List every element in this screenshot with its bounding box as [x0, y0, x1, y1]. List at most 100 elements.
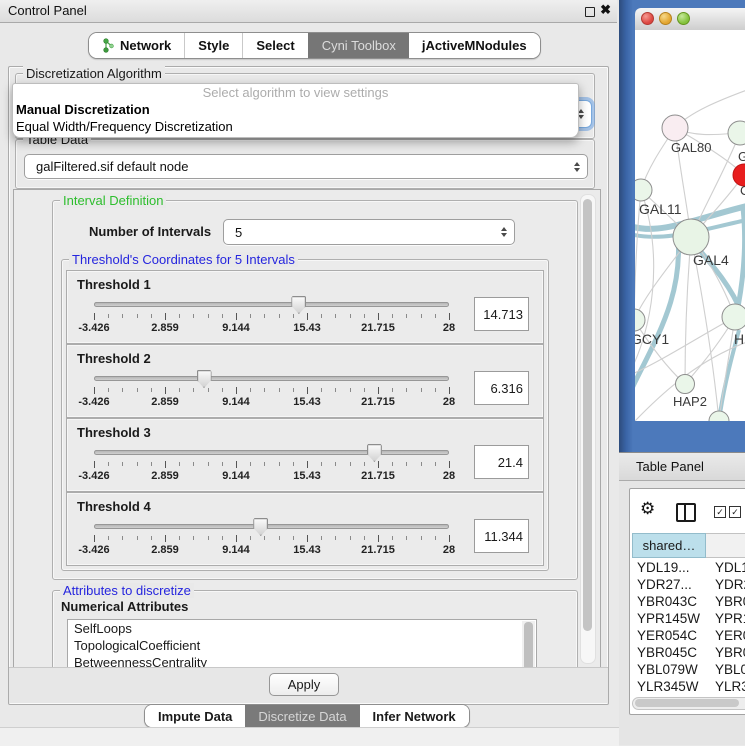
tab-label: Infer Network — [373, 709, 456, 724]
node-label-gal80: GAL80 — [671, 140, 711, 155]
network-node-gcy1[interactable] — [635, 309, 645, 331]
network-node-bottom[interactable] — [709, 411, 729, 421]
threshold-label: Threshold 2 — [77, 351, 151, 366]
slider-track[interactable] — [94, 302, 449, 307]
tab-label: Style — [198, 38, 229, 53]
network-node-gal80[interactable] — [662, 115, 688, 141]
scrollbar-thumb[interactable] — [524, 622, 533, 669]
network-node-gal4[interactable] — [673, 219, 709, 255]
threshold-value-field[interactable]: 11.344 — [474, 519, 529, 553]
select-columns-checkbox-icon[interactable]: ✓ — [714, 506, 726, 518]
network-node-h[interactable] — [722, 304, 745, 330]
slider-tick-labels: -3.4262.8599.14415.4321.71528 — [94, 544, 449, 556]
combo-value: 5 — [235, 220, 242, 244]
apply-button[interactable]: Apply — [269, 673, 339, 696]
threshold-label: Threshold 1 — [77, 277, 151, 292]
control-panel-titlebar: Control Panel ✖ — [0, 0, 617, 23]
scrollbar-thumb[interactable] — [635, 699, 739, 707]
scrollbar-thumb[interactable] — [583, 199, 592, 631]
list-item[interactable]: SelfLoops — [68, 620, 536, 637]
network-node-hap2[interactable] — [676, 375, 695, 394]
table-row[interactable]: YPR145WYPR1 — [632, 610, 745, 627]
slider-thumb[interactable] — [253, 518, 268, 536]
panel-title: Control Panel — [8, 0, 87, 22]
tab-label: Discretize Data — [258, 709, 346, 724]
network-view-window: GAL80 G C GAL11 GAL4 GCY1 H HAP2 — [619, 0, 745, 452]
table-row[interactable]: YBR043CYBR0 — [632, 593, 745, 610]
table-panel-title: Table Panel — [636, 453, 704, 480]
close-icon[interactable]: ✖ — [600, 2, 611, 18]
slider-thumb[interactable] — [291, 296, 306, 314]
threshold-value-field[interactable]: 21.4 — [474, 445, 529, 479]
slider-ticks — [94, 313, 449, 321]
select-all-checkbox-icon[interactable]: ✓ — [729, 506, 741, 518]
group-title: Discretization Algorithm — [23, 66, 165, 81]
tab-infer-network[interactable]: Infer Network — [360, 705, 469, 727]
table-row[interactable]: YER054CYER0 — [632, 627, 745, 644]
tab-network[interactable]: Network — [89, 33, 184, 58]
numerical-attributes-label: Numerical Attributes — [61, 599, 188, 614]
table-data-group: Table Data galFiltered.sif default node — [15, 139, 595, 189]
threshold-value-field[interactable]: 6.316 — [474, 371, 529, 405]
tab-label: Network — [120, 38, 171, 53]
table-row[interactable]: YLR345WYLR3 — [632, 678, 745, 695]
slider-track[interactable] — [94, 450, 449, 455]
node-label-gal4: GAL4 — [693, 252, 729, 268]
slider-ticks — [94, 387, 449, 395]
network-node-gal11[interactable] — [635, 179, 652, 201]
zoom-traffic-light-icon[interactable] — [677, 12, 690, 25]
gear-icon[interactable]: ⚙ — [640, 500, 655, 517]
tab-select[interactable]: Select — [242, 33, 307, 58]
popup-option-equal-width-frequency[interactable]: Equal Width/Frequency Discretization — [13, 118, 578, 135]
node-label-partial-c: C — [740, 183, 745, 198]
node-label-partial-g: G — [738, 149, 745, 164]
network-window-titlebar[interactable] — [635, 8, 745, 31]
threshold-label: Threshold 3 — [77, 425, 151, 440]
columns-icon[interactable] — [676, 503, 696, 522]
settings-vertical-scrollbar[interactable] — [580, 194, 596, 664]
tab-style[interactable]: Style — [184, 33, 242, 58]
table-body: YDL19...YDL1YDR27...YDR2YBR043CYBR0YPR14… — [632, 559, 745, 708]
cyni-toolbox-panel: Discretization Algorithm Table Data galF… — [8, 66, 609, 705]
minimize-traffic-light-icon[interactable] — [659, 12, 672, 25]
slider-thumb[interactable] — [197, 370, 212, 388]
slider-track[interactable] — [94, 376, 449, 381]
list-item[interactable]: TopologicalCoefficient — [68, 637, 536, 654]
popup-hint: Select algorithm to view settings — [13, 84, 578, 101]
threshold-row: Threshold 4 -3.4262.8599.14415.4321.7152… — [66, 492, 544, 566]
node-label-hap2: HAP2 — [673, 394, 707, 409]
table-horizontal-scrollbar[interactable] — [632, 697, 745, 710]
slider-thumb[interactable] — [367, 444, 382, 462]
node-label-gal11: GAL11 — [639, 201, 682, 217]
tab-jactivemnodules[interactable]: jActiveMNodules — [409, 33, 540, 58]
column-header-shared-name[interactable]: shared… — [632, 533, 706, 558]
table-row[interactable]: YDR27...YDR2 — [632, 576, 745, 593]
algorithm-popup: Select algorithm to view settings Manual… — [12, 83, 579, 138]
slider-ticks — [94, 461, 449, 469]
network-node-top-right[interactable] — [728, 121, 745, 145]
slider-ticks — [94, 535, 449, 543]
slider-tick-labels: -3.4262.8599.14415.4321.71528 — [94, 322, 449, 334]
table-header: shared… na — [632, 533, 745, 558]
tab-cyni-toolbox[interactable]: Cyni Toolbox — [308, 33, 409, 58]
tab-impute-data[interactable]: Impute Data — [145, 705, 245, 727]
network-icon — [102, 38, 115, 53]
popup-option-manual-discretization[interactable]: Manual Discretization — [13, 101, 578, 118]
table-row[interactable]: YBR045CYBR0 — [632, 644, 745, 661]
float-window-icon[interactable] — [585, 7, 595, 17]
attributes-group: Attributes to discretize Numerical Attri… — [52, 590, 578, 669]
network-canvas[interactable]: GAL80 G C GAL11 GAL4 GCY1 H HAP2 — [635, 30, 745, 421]
slider-track[interactable] — [94, 524, 449, 529]
column-header-name[interactable]: na — [706, 533, 745, 558]
threshold-row: Threshold 1 -3.4262.8599.14415.4321.7152… — [66, 270, 544, 344]
group-title: Threshold's Coordinates for 5 Intervals — [69, 252, 298, 267]
num-intervals-combo[interactable]: 5 — [223, 219, 515, 245]
table-row[interactable]: YBL079WYBL0 — [632, 661, 745, 678]
tab-discretize-data[interactable]: Discretize Data — [245, 705, 359, 727]
network-graph: GAL80 G C GAL11 GAL4 GCY1 H HAP2 — [635, 30, 745, 421]
table-row[interactable]: YDL19...YDL1 — [632, 559, 745, 576]
threshold-value-field[interactable]: 14.713 — [474, 297, 529, 331]
close-traffic-light-icon[interactable] — [641, 12, 654, 25]
list-scrollbar[interactable] — [522, 621, 535, 669]
table-data-combo[interactable]: galFiltered.sif default node — [24, 154, 588, 179]
